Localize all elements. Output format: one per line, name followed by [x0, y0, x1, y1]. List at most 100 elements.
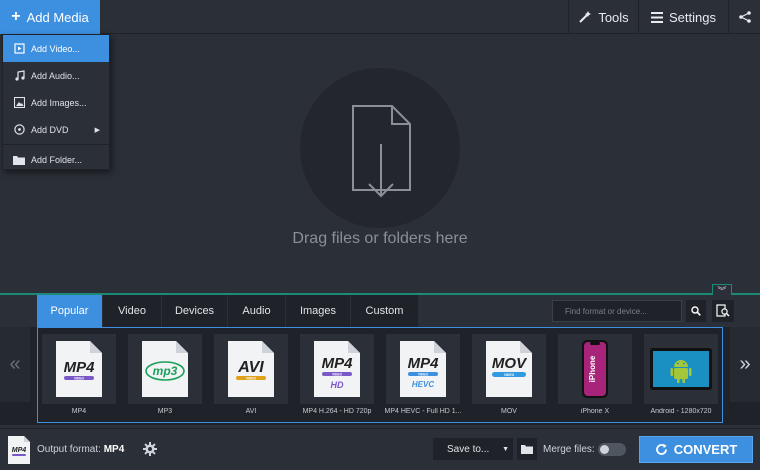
drop-hint-text: Drag files or folders here — [292, 230, 468, 247]
svg-text:MP4: MP4 — [12, 447, 27, 454]
top-toolbar: + Add Media Tools Settings — [0, 0, 760, 34]
svg-text:HD: HD — [331, 380, 344, 390]
scroll-left-button[interactable]: « — [0, 327, 30, 402]
svg-text:MP4: MP4 — [408, 355, 440, 372]
mp3-format-icon: mp3 — [128, 334, 202, 404]
mov-format-icon: MOV VIDEO — [472, 334, 546, 404]
add-media-label: Add Media — [26, 9, 89, 25]
output-format-value: MP4 — [103, 444, 125, 455]
convert-label: CONVERT — [673, 442, 738, 457]
format-item-mp4[interactable]: MP4 VIDEO MP4 — [42, 334, 116, 420]
drop-file-icon — [352, 105, 411, 198]
menu-item-add-audio[interactable]: Add Audio... — [3, 62, 109, 89]
format-item-mov[interactable]: MOV VIDEO MOV — [472, 334, 546, 420]
add-media-menu: Add Video... Add Audio... Add Images... … — [2, 34, 110, 170]
merge-files-label: Merge files: — [543, 444, 595, 455]
format-label: iPhone X — [580, 408, 610, 415]
svg-text:AVI: AVI — [237, 359, 264, 376]
output-format-prefix: Output format: — [37, 444, 101, 455]
music-note-icon — [13, 70, 25, 82]
submenu-arrow-icon: ▶ — [94, 126, 100, 134]
tab-custom[interactable]: Custom — [351, 295, 419, 327]
device-search-icon — [716, 304, 730, 317]
toggle-knob — [600, 445, 609, 454]
format-label: MP3 — [157, 408, 173, 415]
folder-icon — [13, 154, 25, 166]
search-button[interactable] — [686, 300, 706, 322]
format-item-android-1280x720[interactable]: Android - 1280x720 — [644, 334, 718, 420]
format-item-mp3[interactable]: mp3 MP3 — [128, 334, 202, 420]
collapse-panel-button[interactable]: ︾ — [712, 284, 732, 296]
double-chevron-left-icon: « — [9, 353, 21, 375]
format-tabs: Popular Video Devices Audio Images Custo… — [37, 295, 419, 327]
share-button[interactable] — [728, 0, 760, 34]
open-output-folder-button[interactable] — [517, 438, 537, 460]
svg-text:HEVC: HEVC — [412, 380, 434, 389]
output-format-text: Output format: MP4 — [37, 444, 124, 455]
menu-item-add-video[interactable]: Add Video... — [3, 35, 109, 62]
svg-text:iPhone: iPhone — [588, 355, 597, 382]
save-to-dropdown[interactable]: Save to... ▼ — [433, 438, 513, 460]
magic-wand-icon — [579, 11, 592, 23]
android-tablet-icon — [644, 334, 718, 404]
format-item-mp4-hevc[interactable]: MP4 VIDEO HEVC MP4 HEVC - Full HD 1... — [384, 334, 462, 420]
output-format-icon: MP4 — [7, 435, 31, 470]
format-item-mp4-hd-720p[interactable]: MP4 VIDEO HD MP4 H.264 - HD 720p — [300, 334, 374, 420]
mp4-hd-format-icon: MP4 VIDEO HD — [300, 334, 374, 404]
format-search-input[interactable]: Find format or device... — [552, 300, 682, 322]
double-chevron-down-icon: ︾ — [717, 285, 727, 296]
svg-text:VIDEO: VIDEO — [74, 376, 84, 380]
video-file-icon — [13, 43, 25, 55]
tools-label: Tools — [598, 9, 629, 25]
tab-images[interactable]: Images — [286, 295, 351, 327]
search-icon — [691, 306, 701, 316]
tools-button[interactable]: Tools — [568, 0, 638, 34]
disc-icon — [13, 124, 25, 136]
format-label: MP4 — [71, 408, 87, 415]
add-media-button[interactable]: + Add Media — [0, 0, 100, 34]
convert-button[interactable]: CONVERT — [639, 436, 753, 463]
menu-item-add-images[interactable]: Add Images... — [3, 89, 109, 116]
format-label: MOV — [501, 408, 517, 415]
iphone-device-icon: iPhone — [558, 334, 632, 404]
format-label: AVI — [245, 408, 257, 415]
settings-label: Settings — [669, 9, 716, 25]
drop-zone[interactable] — [300, 68, 460, 228]
tab-popular[interactable]: Popular — [37, 295, 103, 327]
svg-text:MP4: MP4 — [322, 355, 354, 372]
format-label: Android - 1280x720 — [650, 408, 712, 415]
chevron-down-icon: ▼ — [502, 445, 509, 453]
save-to-label: Save to... — [447, 443, 490, 455]
svg-text:VIDEO: VIDEO — [246, 376, 256, 380]
double-chevron-right-icon: » — [739, 353, 751, 375]
svg-text:VIDEO: VIDEO — [332, 372, 342, 376]
tab-video[interactable]: Video — [103, 295, 162, 327]
menu-item-add-folder[interactable]: Add Folder... — [3, 146, 109, 173]
detect-device-button[interactable] — [712, 300, 734, 322]
format-item-avi[interactable]: AVI VIDEO AVI — [214, 334, 288, 420]
avi-format-icon: AVI VIDEO — [214, 334, 288, 404]
scroll-right-button[interactable]: » — [730, 327, 760, 402]
popular-formats: MP4 VIDEO MP4 mp3 MP3 AVI VIDEO AVI MP4 … — [37, 327, 723, 423]
refresh-icon — [655, 443, 667, 455]
svg-text:MOV: MOV — [492, 355, 528, 372]
format-item-iphone-x[interactable]: iPhone iPhone X — [558, 334, 632, 420]
tab-devices[interactable]: Devices — [162, 295, 228, 327]
menu-item-add-dvd[interactable]: Add DVD ▶ — [3, 116, 109, 143]
svg-text:VIDEO: VIDEO — [504, 373, 515, 377]
format-label: MP4 HEVC - Full HD 1... — [384, 408, 462, 415]
menu-item-label: Add Video... — [31, 43, 80, 54]
menu-item-label: Add Folder... — [31, 154, 83, 165]
tab-audio[interactable]: Audio — [228, 295, 286, 327]
hamburger-icon — [651, 11, 663, 23]
svg-text:MP4: MP4 — [64, 359, 96, 376]
output-settings-button[interactable] — [142, 441, 158, 457]
merge-files-toggle[interactable] — [598, 443, 626, 456]
settings-button[interactable]: Settings — [638, 0, 728, 34]
folder-icon — [521, 445, 533, 454]
svg-text:mp3: mp3 — [153, 364, 178, 378]
format-label: MP4 H.264 - HD 720p — [302, 408, 372, 415]
bottom-toolbar: MP4 Output format: MP4 Save to... ▼ Merg… — [0, 428, 760, 468]
share-icon — [738, 11, 751, 23]
gear-icon — [143, 442, 157, 456]
